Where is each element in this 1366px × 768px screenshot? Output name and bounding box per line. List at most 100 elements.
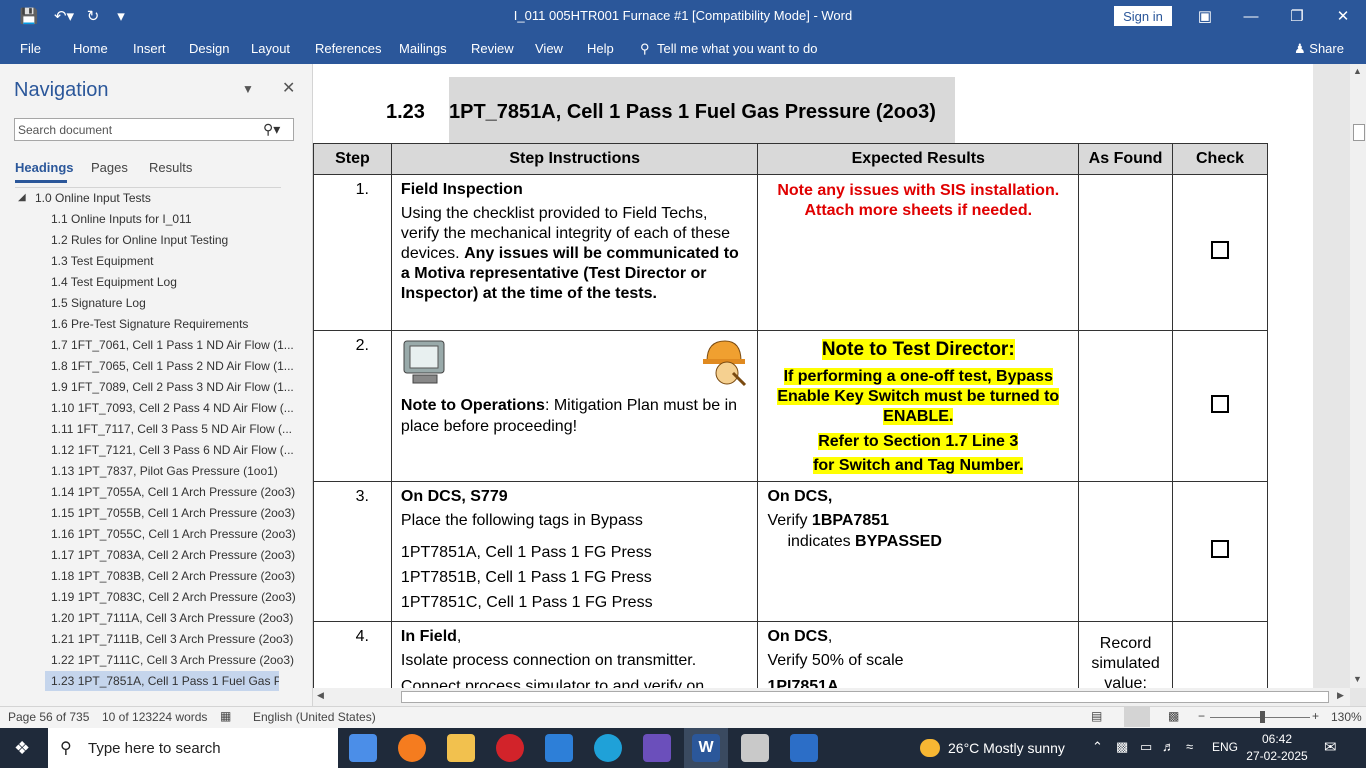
minimize-icon[interactable]: —	[1228, 0, 1274, 32]
heading-item[interactable]: 1.21 1PT_7111B, Cell 3 Arch Pressure (2o…	[51, 629, 293, 649]
firefox-icon[interactable]	[398, 734, 426, 762]
volume-icon[interactable]: ♬	[1162, 739, 1175, 754]
restore-icon[interactable]: ❐	[1274, 0, 1320, 32]
page-count[interactable]: Page 56 of 735	[8, 710, 89, 724]
check-cell[interactable]	[1172, 481, 1268, 622]
notifications-icon[interactable]: ✉	[1324, 738, 1337, 756]
word-taskbar-button[interactable]: W	[684, 728, 728, 768]
expected-cell[interactable]: On DCS, Verify 1BPA7851 indicates BYPASS…	[757, 481, 1080, 622]
nav-tab-pages[interactable]: Pages	[91, 160, 128, 175]
edge-icon[interactable]	[594, 734, 622, 762]
tab-mailings[interactable]: Mailings	[399, 41, 447, 56]
tab-view[interactable]: View	[535, 41, 563, 56]
tab-insert[interactable]: Insert	[133, 41, 166, 56]
checkbox-icon[interactable]	[1211, 540, 1230, 558]
nav-options-icon[interactable]: ▼	[242, 82, 254, 96]
scroll-thumb[interactable]	[1353, 124, 1365, 141]
word-count[interactable]: 10 of 123224 words	[102, 710, 207, 724]
language-status[interactable]: English (United States)	[253, 710, 376, 724]
document-viewer-icon[interactable]	[741, 734, 769, 762]
tab-layout[interactable]: Layout	[251, 41, 290, 56]
clock-date[interactable]: 27-02-2025	[1240, 749, 1314, 763]
heading-item[interactable]: 1.14 1PT_7055A, Cell 1 Arch Pressure (2o…	[51, 482, 295, 502]
heading-item[interactable]: 1.19 1PT_7083C, Cell 2 Arch Pressure (2o…	[51, 587, 296, 607]
as-found-cell[interactable]	[1078, 330, 1174, 482]
ribbon-display-icon[interactable]: ▣	[1182, 0, 1228, 32]
heading-item[interactable]: 1.5 Signature Log	[51, 293, 146, 313]
heading-item[interactable]: 1.16 1PT_7055C, Cell 1 Arch Pressure (2o…	[51, 524, 296, 544]
zoom-in-icon[interactable]: +	[1312, 709, 1319, 723]
instruction-cell[interactable]: In Field, Isolate process connection on …	[390, 621, 759, 688]
tab-review[interactable]: Review	[471, 41, 514, 56]
zoom-level[interactable]: 130%	[1331, 710, 1362, 724]
redo-icon[interactable]: ↻	[84, 5, 102, 27]
teams-icon[interactable]	[643, 734, 671, 762]
heading-item[interactable]: 1.3 Test Equipment	[51, 251, 154, 271]
heading-item[interactable]: 1.2 Rules for Online Input Testing	[51, 230, 228, 250]
input-language[interactable]: ENG	[1212, 740, 1238, 754]
horizontal-scrollbar[interactable]: ◀ ▶	[313, 688, 1350, 706]
instruction-cell[interactable]: On DCS, S779 Place the following tags in…	[390, 481, 759, 622]
heading-item[interactable]: 1.22 1PT_7111C, Cell 3 Arch Pressure (2o…	[51, 650, 294, 670]
collapse-icon[interactable]: ◢	[18, 192, 26, 203]
save-icon[interactable]: 💾	[18, 5, 40, 27]
share-button[interactable]: ♟ Share	[1294, 41, 1344, 57]
check-cell[interactable]	[1172, 330, 1268, 482]
battery-icon[interactable]: ▭	[1140, 739, 1152, 755]
heading-item[interactable]: 1.9 1FT_7089, Cell 2 Pass 3 ND Air Flow …	[51, 377, 294, 397]
wifi-icon[interactable]: ≈	[1186, 739, 1193, 754]
heading-item[interactable]: 1.13 1PT_7837, Pilot Gas Pressure (1oo1)	[51, 461, 278, 481]
check-cell[interactable]	[1172, 621, 1268, 688]
search-icon[interactable]: ⚲▾	[263, 121, 280, 138]
zoom-slider-thumb[interactable]	[1260, 711, 1265, 723]
heading-item[interactable]: 1.8 1FT_7065, Cell 1 Pass 2 ND Air Flow …	[51, 356, 294, 376]
tray-chevron-icon[interactable]: ⌃	[1092, 739, 1103, 755]
copilot-icon[interactable]	[349, 734, 377, 762]
tab-design[interactable]: Design	[189, 41, 229, 56]
heading-item[interactable]: 1.18 1PT_7083B, Cell 2 Arch Pressure (2o…	[51, 566, 295, 586]
vertical-scrollbar[interactable]: ▲ ▼	[1350, 64, 1366, 688]
remote-desktop-icon[interactable]	[790, 734, 818, 762]
windows-start-icon[interactable]: ❖	[14, 738, 30, 759]
mail-icon[interactable]	[545, 734, 573, 762]
heading-item[interactable]: 1.15 1PT_7055B, Cell 1 Arch Pressure (2o…	[51, 503, 295, 523]
check-cell[interactable]	[1172, 174, 1268, 331]
web-layout-icon[interactable]: ▩	[1168, 709, 1179, 723]
as-found-cell[interactable]: Record simulated value:	[1078, 621, 1174, 688]
undo-icon[interactable]: ↶▾	[50, 5, 78, 27]
heading-item[interactable]: 1.11 1FT_7117, Cell 3 Pass 5 ND Air Flow…	[51, 419, 292, 439]
expected-cell[interactable]: Note to Test Director: If performing a o…	[757, 330, 1080, 482]
heading-item-selected[interactable]: 1.23 1PT_7851A, Cell 1 Pass 1 Fuel Gas P…	[45, 671, 279, 691]
tab-help[interactable]: Help	[587, 41, 614, 56]
nav-close-icon[interactable]: ✕	[282, 78, 295, 98]
file-explorer-icon[interactable]	[447, 734, 475, 762]
nav-tab-results[interactable]: Results	[149, 160, 192, 175]
scroll-down-icon[interactable]: ▼	[1353, 674, 1362, 684]
scroll-right-icon[interactable]: ▶	[1337, 690, 1344, 701]
as-found-cell[interactable]	[1078, 481, 1174, 622]
search-document-input[interactable]: Search document ⚲▾	[14, 118, 294, 141]
scroll-up-icon[interactable]: ▲	[1353, 66, 1362, 76]
instruction-cell[interactable]: Field Inspection Using the checklist pro…	[390, 174, 759, 331]
heading-item[interactable]: 1.7 1FT_7061, Cell 1 Pass 1 ND Air Flow …	[51, 335, 294, 355]
checkbox-icon[interactable]	[1211, 241, 1230, 259]
print-layout-icon[interactable]	[1124, 707, 1150, 727]
instruction-cell[interactable]: Note to Operations: Mitigation Plan must…	[390, 330, 759, 482]
weather-icon[interactable]	[920, 739, 940, 757]
opera-icon[interactable]	[496, 734, 524, 762]
tab-file[interactable]: File	[20, 41, 41, 56]
read-mode-icon[interactable]: ▤	[1091, 709, 1102, 723]
close-icon[interactable]: ✕	[1320, 0, 1366, 32]
hscroll-thumb[interactable]	[401, 691, 1329, 703]
heading-item[interactable]: 1.6 Pre-Test Signature Requirements	[51, 314, 248, 334]
weather-text[interactable]: 26°C Mostly sunny	[948, 740, 1065, 756]
tab-references[interactable]: References	[315, 41, 381, 56]
customize-toolbar-icon[interactable]: ▾	[114, 5, 128, 27]
heading-item[interactable]: 1.17 1PT_7083A, Cell 2 Arch Pressure (2o…	[51, 545, 295, 565]
tell-me-search[interactable]: Tell me what you want to do	[657, 41, 817, 56]
clock-time[interactable]: 06:42	[1246, 732, 1308, 746]
expected-cell[interactable]: On DCS, Verify 50% of scale 1PI7851A	[757, 621, 1080, 688]
taskbar-search-input[interactable]: ⚲ Type here to search	[48, 728, 338, 768]
sign-in-button[interactable]: Sign in	[1114, 6, 1172, 26]
heading-item[interactable]: 1.20 1PT_7111A, Cell 3 Arch Pressure (2o…	[51, 608, 293, 628]
